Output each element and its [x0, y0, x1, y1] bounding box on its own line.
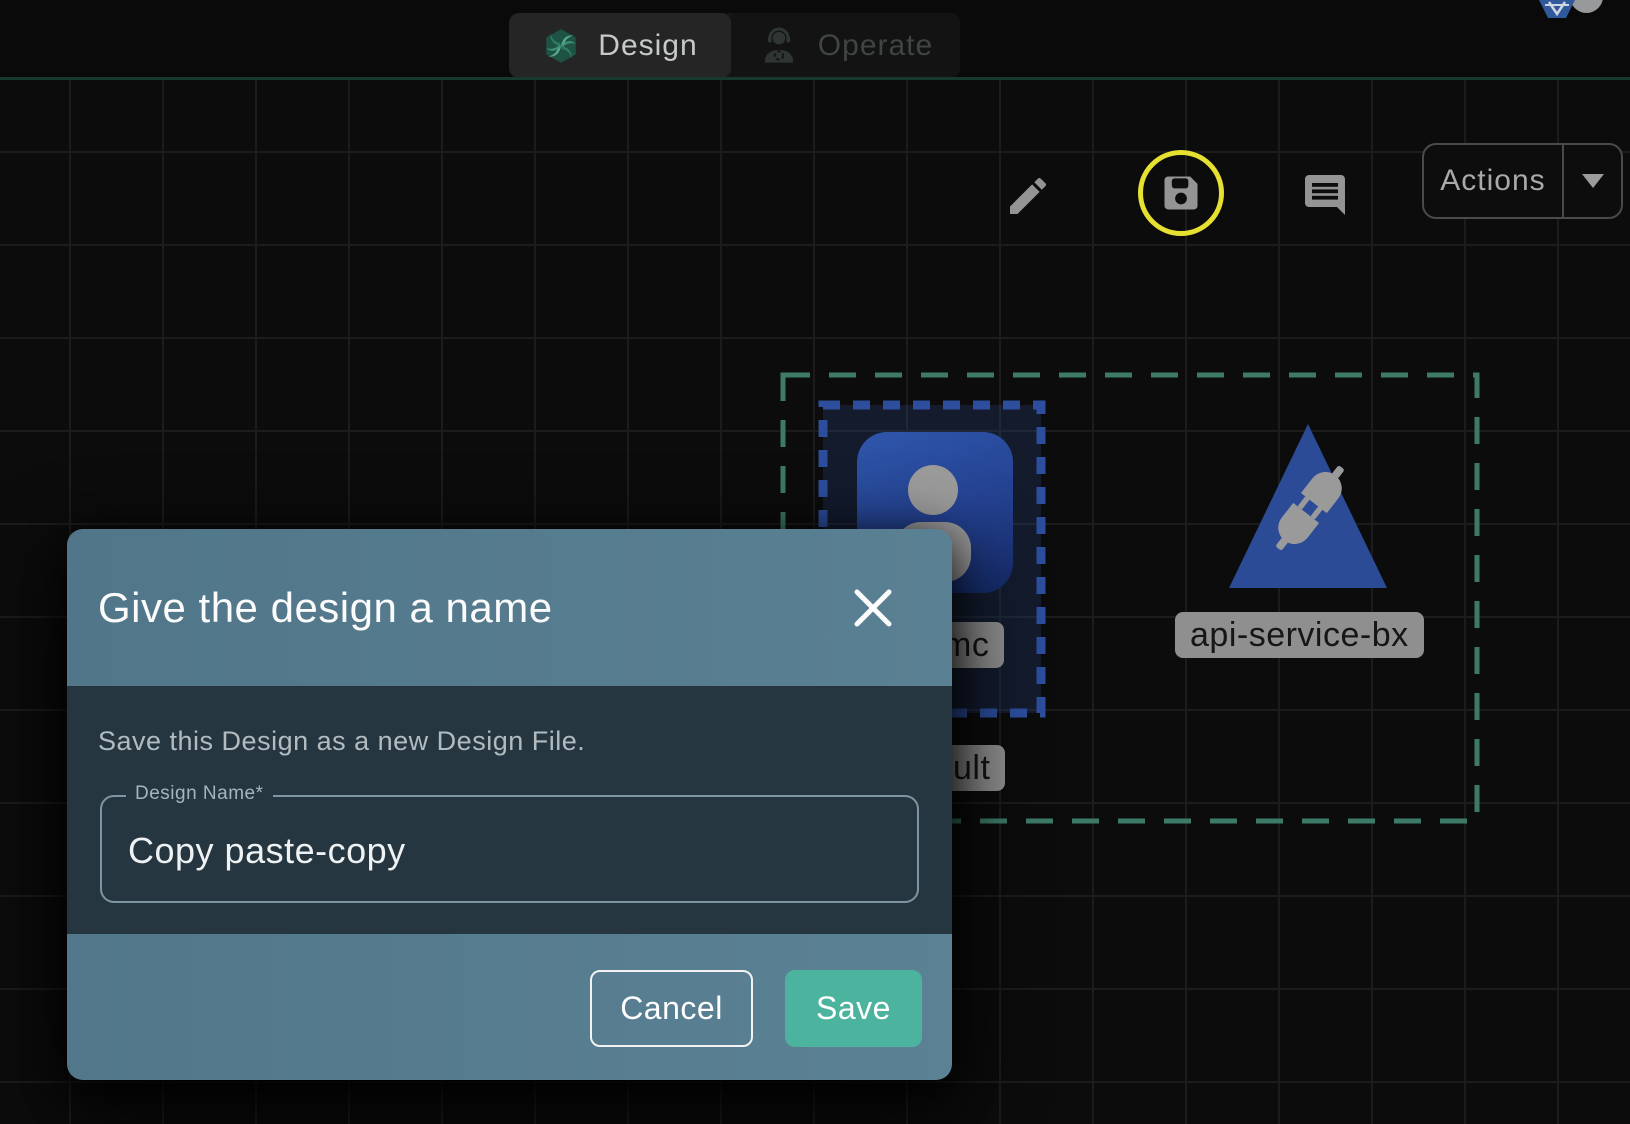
cancel-button[interactable]: Cancel — [590, 970, 753, 1047]
dialog-title: Give the design a name — [98, 584, 553, 632]
save-design-button[interactable] — [1138, 150, 1224, 236]
chevron-down-icon — [1582, 174, 1604, 188]
kubernetes-context-icon[interactable] — [1535, 0, 1579, 18]
design-name-field: Design Name* — [100, 795, 919, 903]
actions-dropdown-toggle[interactable] — [1562, 145, 1621, 217]
tab-operate[interactable]: Operate — [731, 13, 960, 78]
edit-design-button[interactable] — [1002, 170, 1054, 222]
save-icon — [1159, 171, 1203, 215]
close-icon[interactable] — [853, 588, 893, 628]
design-name-input[interactable] — [128, 823, 888, 879]
tab-design-label: Design — [598, 29, 697, 63]
header-divider — [0, 77, 1630, 80]
api-service-node[interactable] — [1224, 420, 1392, 597]
meshery-logo-icon — [542, 27, 580, 65]
save-button[interactable]: Save — [785, 970, 922, 1047]
dialog-body: Save this Design as a new Design File. D… — [67, 686, 952, 934]
save-design-dialog: Give the design a name Save this Design … — [67, 529, 952, 1080]
operator-headset-icon — [758, 25, 800, 67]
pencil-icon — [1004, 172, 1052, 220]
tab-design[interactable]: Design — [509, 13, 731, 78]
connection-triangle-icon — [1224, 420, 1392, 592]
tab-operate-label: Operate — [818, 29, 933, 63]
app-screen: mc ult api-service-bx — [0, 0, 1630, 1124]
mode-tab-group: Design Operate — [509, 13, 960, 78]
dialog-description: Save this Design as a new Design File. — [98, 726, 585, 757]
comment-button[interactable] — [1300, 168, 1350, 222]
top-navigation-bar: Design Operate — [0, 0, 1630, 80]
api-service-label: api-service-bx — [1175, 612, 1424, 658]
comment-icon — [1301, 171, 1349, 219]
dialog-footer: Cancel Save — [67, 934, 952, 1080]
required-asterisk: * — [256, 783, 264, 804]
design-name-field-label: Design Name* — [126, 783, 273, 805]
actions-button-label[interactable]: Actions — [1424, 145, 1562, 217]
dialog-header: Give the design a name — [67, 529, 952, 686]
actions-button[interactable]: Actions — [1422, 143, 1623, 219]
